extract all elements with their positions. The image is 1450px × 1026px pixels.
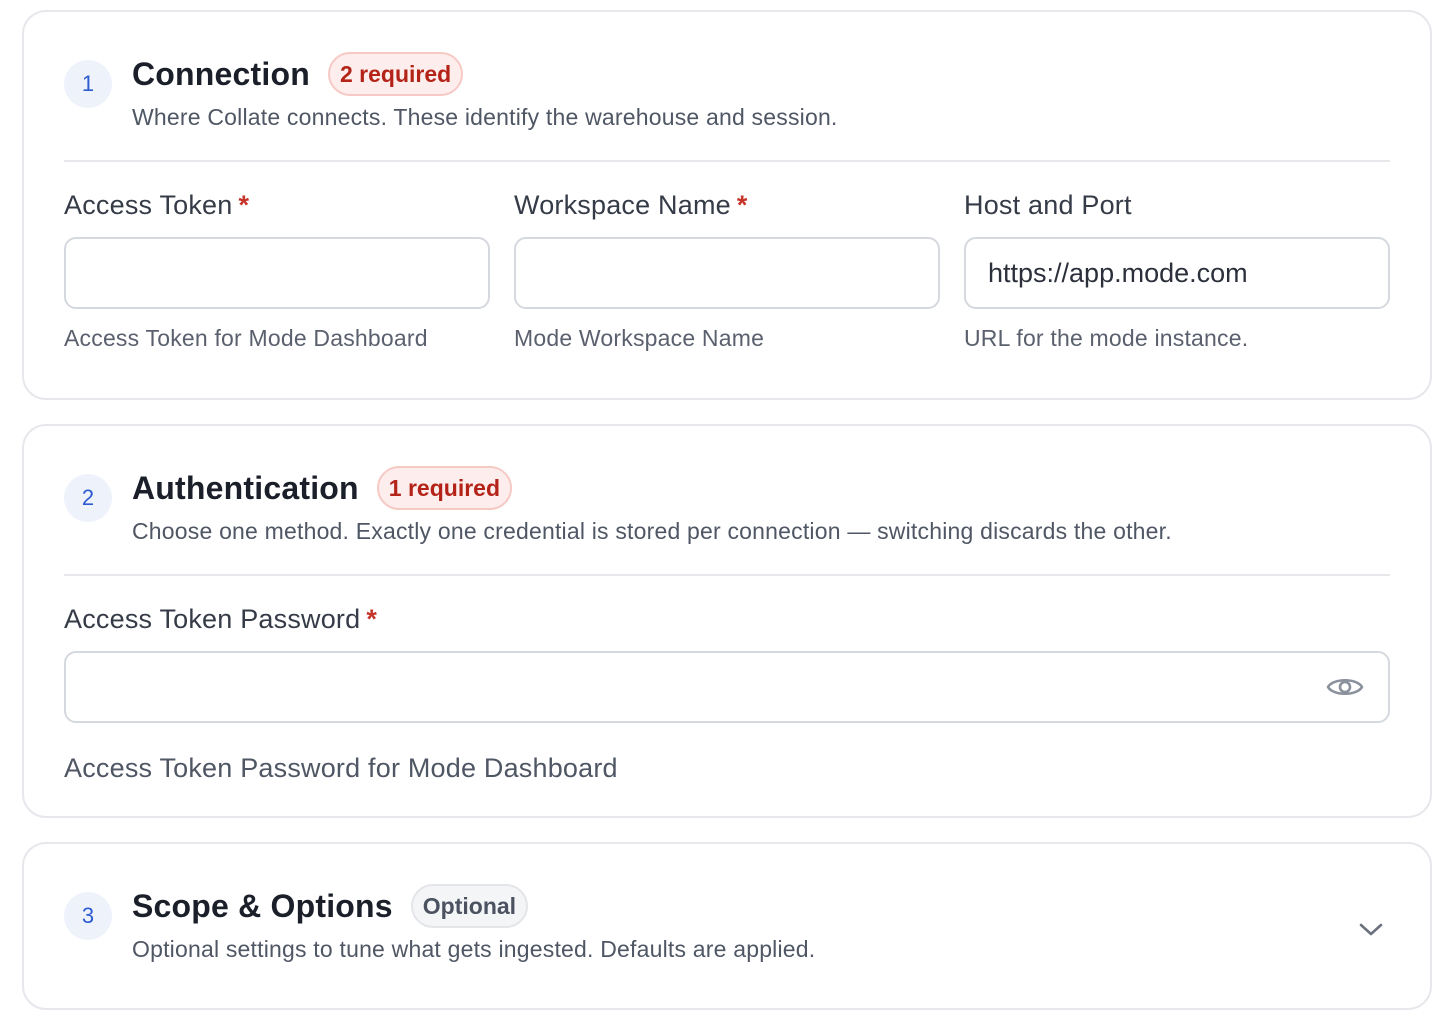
divider	[64, 574, 1390, 576]
connection-section: 1 Connection 2 required Where Collate co…	[22, 10, 1432, 400]
section-header: Connection 2 required	[132, 52, 464, 96]
section-title: Scope & Options	[132, 887, 393, 924]
section-header: Scope & Options Optional	[132, 884, 529, 928]
field-label: Host and Port	[964, 190, 1132, 220]
section-subtitle: Optional settings to tune what gets inge…	[132, 936, 816, 962]
divider	[64, 160, 1390, 162]
step-number: 2	[64, 474, 112, 522]
workspace-name-field: Workspace Name * Mode Workspace Name	[514, 190, 940, 352]
field-label: Workspace Name *	[514, 190, 748, 220]
field-help-text: Access Token Password for Mode Dashboard	[64, 753, 618, 783]
step-number: 1	[64, 60, 112, 108]
field-help-text: Mode Workspace Name	[514, 325, 765, 351]
required-star: *	[736, 190, 748, 220]
access-token-password-field: Access Token Password * Access Token Pass…	[64, 604, 1390, 784]
section-subtitle: Choose one method. Exactly one credentia…	[132, 518, 1172, 544]
host-and-port-field: Host and Port https://app.mode.com URL f…	[964, 190, 1390, 352]
scope-options-section[interactable]: 3 Scope & Options Optional Optional sett…	[22, 842, 1432, 1010]
chevron-down-icon[interactable]	[1356, 914, 1386, 944]
field-help-text: URL for the mode instance.	[964, 325, 1249, 351]
section-header: Authentication 1 required	[132, 466, 513, 510]
required-badge: 2 required	[327, 52, 464, 96]
access-token-password-input[interactable]	[64, 651, 1390, 723]
required-badge: 1 required	[376, 466, 513, 510]
section-subtitle: Where Collate connects. These identify t…	[132, 104, 838, 130]
required-star: *	[238, 190, 250, 220]
field-label: Access Token *	[64, 190, 250, 220]
authentication-section: 2 Authentication 1 required Choose one m…	[22, 424, 1432, 818]
section-title: Authentication	[132, 469, 359, 506]
section-title: Connection	[132, 55, 310, 92]
eye-icon[interactable]	[1326, 668, 1364, 706]
step-number: 3	[64, 892, 112, 940]
field-label: Access Token Password *	[64, 604, 378, 634]
required-star: *	[366, 604, 378, 634]
access-token-input[interactable]	[64, 237, 490, 309]
workspace-name-input[interactable]	[514, 237, 940, 309]
field-help-text: Access Token for Mode Dashboard	[64, 325, 428, 351]
optional-badge: Optional	[410, 884, 529, 928]
host-and-port-input[interactable]: https://app.mode.com	[964, 237, 1390, 309]
access-token-field: Access Token * Access Token for Mode Dash…	[64, 190, 490, 352]
